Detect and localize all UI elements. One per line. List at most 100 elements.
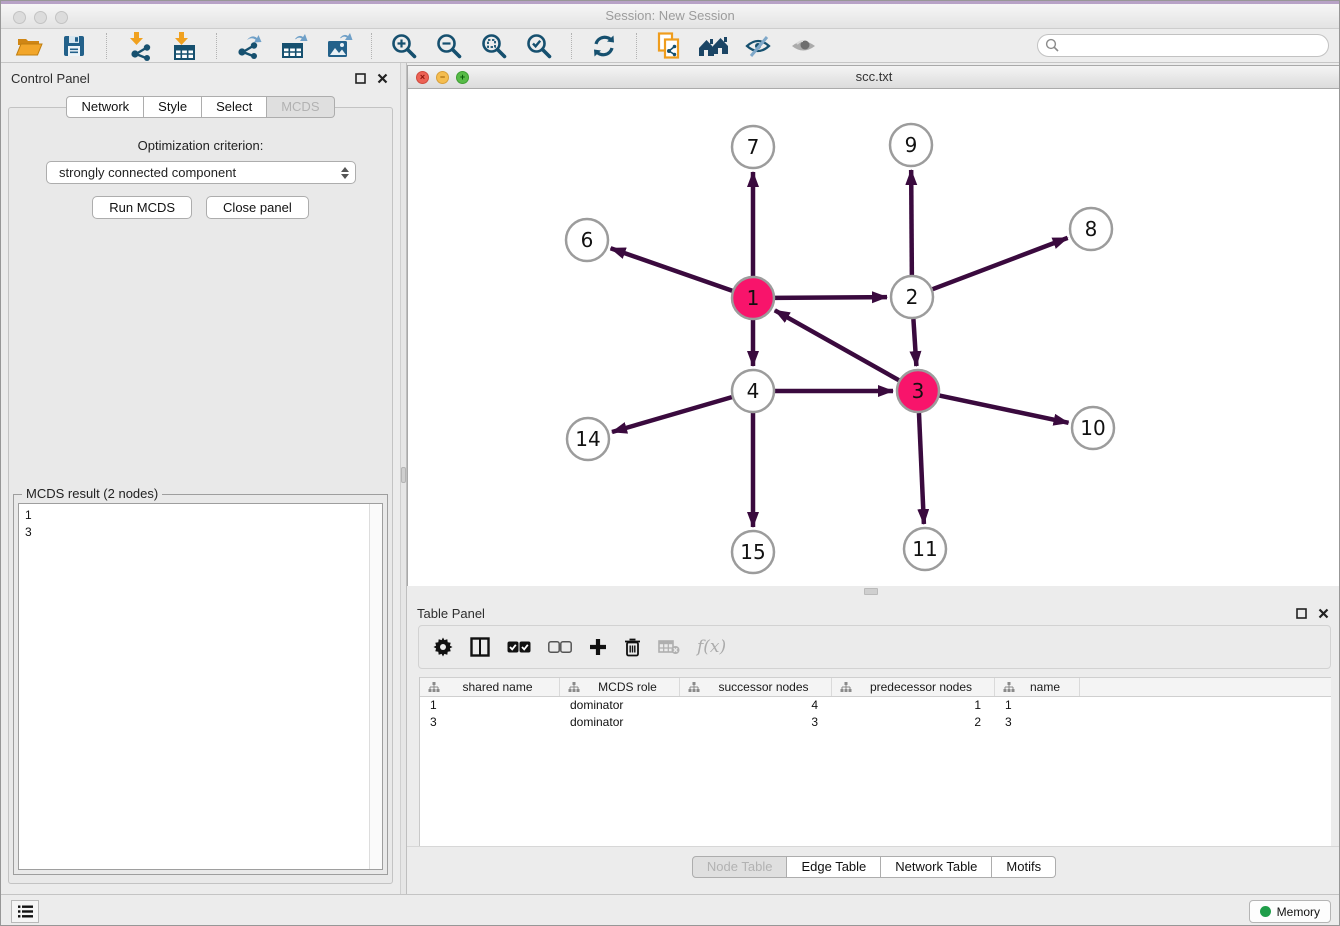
run-mcds-button[interactable]: Run MCDS	[92, 196, 192, 219]
graph-node-1[interactable]: 1	[732, 277, 774, 319]
hide-selected-icon[interactable]	[741, 31, 777, 61]
column-header[interactable]: predecessor nodes	[832, 678, 995, 696]
graph-node-8[interactable]: 8	[1070, 208, 1112, 250]
import-table-icon[interactable]	[166, 31, 202, 61]
graph-edge-1-2[interactable]	[775, 297, 887, 298]
memory-button[interactable]: Memory	[1249, 900, 1331, 923]
function-builder-icon[interactable]: f(x)	[697, 634, 726, 660]
show-column-icon[interactable]	[470, 634, 490, 660]
export-image-icon[interactable]	[321, 31, 357, 61]
network-close-button[interactable]: ×	[416, 71, 429, 84]
add-column-icon[interactable]	[589, 634, 607, 660]
export-table-icon[interactable]	[276, 31, 312, 61]
table-cell[interactable]: 3	[420, 714, 560, 731]
graph-node-2[interactable]: 2	[891, 276, 933, 318]
tab-edge-table[interactable]: Edge Table	[787, 856, 881, 878]
splitter-grip[interactable]	[401, 467, 406, 483]
column-header[interactable]: name	[995, 678, 1080, 696]
tab-mcds[interactable]: MCDS	[267, 96, 334, 118]
control-panel-title: Control Panel	[11, 71, 346, 86]
graph-node-7[interactable]: 7	[732, 126, 774, 168]
horizontal-splitter[interactable]	[407, 586, 1340, 598]
network-canvas[interactable]: 7 9 6 8 1 2 4 3 14 10 15 11	[408, 89, 1340, 586]
window-zoom-button[interactable]	[55, 11, 68, 24]
graph-node-9[interactable]: 9	[890, 124, 932, 166]
graph-node-14[interactable]: 14	[567, 418, 609, 460]
table-row[interactable]: 3dominator323	[420, 714, 1331, 731]
table-body: 1dominator4113dominator323	[420, 697, 1331, 731]
refresh-layout-icon[interactable]	[586, 31, 622, 61]
open-session-icon[interactable]	[11, 31, 47, 61]
zoom-selected-icon[interactable]	[521, 31, 557, 61]
tab-select[interactable]: Select	[202, 96, 267, 118]
tab-motifs[interactable]: Motifs	[992, 856, 1056, 878]
zoom-fit-icon[interactable]	[476, 31, 512, 61]
first-neighbors-icon[interactable]	[696, 31, 732, 61]
graph-edge-3-1[interactable]	[775, 310, 899, 380]
tab-node-table[interactable]: Node Table	[692, 856, 788, 878]
table-cell[interactable]: 3	[680, 714, 832, 731]
select-all-columns-icon[interactable]	[507, 634, 531, 660]
table-cell[interactable]: 4	[680, 697, 832, 714]
optimization-criterion-dropdown[interactable]: strongly connected component	[46, 161, 356, 184]
export-network-icon[interactable]	[231, 31, 267, 61]
table-row[interactable]: 1dominator411	[420, 697, 1331, 714]
network-zoom-button[interactable]: +	[456, 71, 469, 84]
task-history-button[interactable]	[11, 900, 39, 923]
delete-table-icon[interactable]	[658, 634, 680, 660]
graph-edge-2-8[interactable]	[933, 238, 1068, 289]
show-all-icon[interactable]	[786, 31, 822, 61]
svg-text:8: 8	[1085, 217, 1098, 241]
table-cell[interactable]: 1	[832, 697, 995, 714]
table-cell[interactable]: 2	[832, 714, 995, 731]
graph-node-15[interactable]: 15	[732, 531, 774, 573]
network-minimize-button[interactable]: −	[436, 71, 449, 84]
search-icon	[1045, 38, 1060, 53]
table-settings-gear-icon[interactable]	[433, 634, 453, 660]
graph-node-10[interactable]: 10	[1072, 407, 1114, 449]
zoom-in-icon[interactable]	[386, 31, 422, 61]
float-panel-icon[interactable]	[1293, 605, 1309, 621]
unselect-all-columns-icon[interactable]	[548, 634, 572, 660]
close-panel-icon[interactable]	[374, 70, 390, 86]
search-input[interactable]	[1037, 34, 1329, 57]
close-panel-button[interactable]: Close panel	[206, 196, 309, 219]
column-header[interactable]: shared name	[420, 678, 560, 696]
toolbar-separator	[636, 33, 637, 59]
control-panel-tabs: Network Style Select MCDS	[1, 96, 400, 118]
graph-node-4[interactable]: 4	[732, 370, 774, 412]
table-cell[interactable]: 3	[995, 714, 1080, 731]
table-cell[interactable]: 1	[995, 697, 1080, 714]
mcds-result-scrollbar[interactable]	[369, 504, 382, 869]
graph-node-3[interactable]: 3	[897, 370, 939, 412]
graph-node-6[interactable]: 6	[566, 219, 608, 261]
save-session-icon[interactable]	[56, 31, 92, 61]
zoom-out-icon[interactable]	[431, 31, 467, 61]
vertical-splitter[interactable]	[400, 63, 407, 894]
splitter-grip[interactable]	[864, 588, 878, 595]
tab-network[interactable]: Network	[66, 96, 144, 118]
window-close-button[interactable]	[13, 11, 26, 24]
svg-text:3: 3	[912, 379, 925, 403]
table-cell[interactable]: dominator	[560, 697, 680, 714]
column-header[interactable]: successor nodes	[680, 678, 832, 696]
graph-edge-2-9[interactable]	[911, 170, 912, 275]
window-minimize-button[interactable]	[34, 11, 47, 24]
column-header[interactable]: MCDS role	[560, 678, 680, 696]
float-panel-icon[interactable]	[352, 70, 368, 86]
graph-node-11[interactable]: 11	[904, 528, 946, 570]
graph-edge-3-11[interactable]	[919, 413, 924, 524]
network-window: × − + scc.txt 7968124314101511	[407, 65, 1340, 586]
tab-network-table[interactable]: Network Table	[881, 856, 992, 878]
new-network-from-selection-icon[interactable]	[651, 31, 687, 61]
import-network-icon[interactable]	[121, 31, 157, 61]
tab-style[interactable]: Style	[144, 96, 202, 118]
table-cell[interactable]: dominator	[560, 714, 680, 731]
graph-edge-1-6[interactable]	[611, 248, 733, 290]
graph-edge-2-3[interactable]	[913, 319, 916, 366]
graph-edge-4-14[interactable]	[612, 397, 732, 432]
table-cell[interactable]: 1	[420, 697, 560, 714]
close-panel-icon[interactable]	[1315, 605, 1331, 621]
graph-edge-3-10[interactable]	[940, 396, 1069, 423]
delete-column-icon[interactable]	[624, 634, 641, 660]
